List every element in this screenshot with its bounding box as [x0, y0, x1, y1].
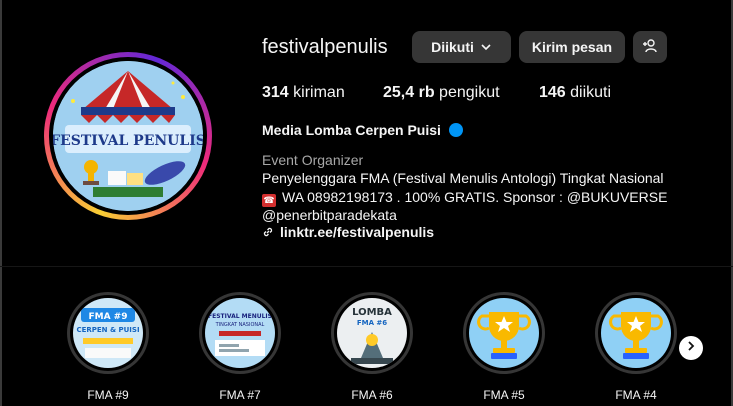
following-button-label: Diikuti	[431, 39, 474, 55]
following-button[interactable]: Diikuti	[412, 31, 511, 63]
highlight-label: FMA #6	[351, 388, 393, 402]
highlight-item[interactable]: FMA #9 CERPEN & PUISI FMA #9	[66, 292, 150, 402]
display-name-text: Media Lomba Cerpen Puisi	[262, 122, 441, 138]
highlight-cover-title: FESTIVAL MENULIS	[208, 313, 272, 320]
highlight-item[interactable]: FESTIVAL MENULIS TINGKAT NASIONAL FMA #7	[198, 292, 282, 402]
followers-count-label: pengikut	[434, 84, 500, 101]
following-count[interactable]: 146 diikuti	[539, 84, 611, 102]
chevron-down-icon	[480, 41, 492, 53]
send-message-label: Kirim pesan	[531, 39, 613, 55]
bio-line-1: Penyelenggara FMA (Festival Menulis Anto…	[262, 170, 664, 186]
posts-count: 314 kiriman	[262, 84, 345, 102]
highlight-label: FMA #9	[87, 388, 129, 402]
profile-avatar[interactable]: FESTIVAL PENULIS	[44, 52, 212, 220]
window-left-edge	[0, 0, 2, 406]
bio-line-2: ☎ WA 08982198173 . 100% GRATIS. Sponsor :…	[262, 189, 667, 207]
external-link-text: linktr.ee/festivalpenulis	[280, 224, 435, 240]
trophy-icon	[601, 298, 671, 368]
profile-username: festivalpenulis	[262, 36, 388, 58]
highlight-cover-image: FESTIVAL MENULIS TINGKAT NASIONAL	[205, 298, 275, 368]
bio-external-link[interactable]: linktr.ee/festivalpenulis	[262, 224, 434, 240]
highlight-cover-image: LOMBA FMA #6	[337, 298, 407, 368]
profile-display-name: Media Lomba Cerpen Puisi	[262, 122, 463, 138]
trophy-icon	[469, 298, 539, 368]
highlight-label: FMA #7	[219, 388, 261, 402]
highlight-cover-subtitle: FMA #6	[357, 319, 387, 327]
highlight-cover-title: LOMBA	[352, 307, 392, 318]
avatar-image: FESTIVAL PENULIS	[53, 61, 203, 211]
highlight-cover-subtitle: TINGKAT NASIONAL	[215, 322, 265, 328]
bio-mention-link[interactable]: @penerbitparadekata	[262, 207, 397, 223]
posts-count-label: kiriman	[288, 84, 345, 101]
highlight-cover-image: FMA #9 CERPEN & PUISI	[73, 298, 143, 368]
section-divider	[0, 266, 733, 267]
highlight-label: FMA #5	[483, 388, 525, 402]
highlight-label: FMA #4	[615, 388, 657, 402]
highlights-next-button[interactable]	[679, 336, 703, 360]
profile-category: Event Organizer	[262, 152, 364, 168]
bio-line-2-text: WA 08982198173 . 100% GRATIS. Sponsor : …	[282, 189, 668, 205]
chevron-right-icon	[685, 339, 697, 357]
add-person-icon	[642, 38, 658, 57]
verified-badge-icon	[448, 123, 463, 137]
following-count-label: diikuti	[565, 84, 612, 101]
followers-count[interactable]: 25,4 rb pengikut	[383, 84, 500, 102]
suggested-accounts-button[interactable]	[633, 31, 667, 63]
avatar-title-text: FESTIVAL PENULIS	[53, 133, 203, 149]
highlight-item[interactable]: FMA #5	[462, 292, 546, 402]
highlight-item[interactable]: FMA #4	[594, 292, 678, 402]
posts-count-value: 314	[262, 84, 289, 101]
telephone-icon: ☎	[262, 194, 276, 207]
send-message-button[interactable]: Kirim pesan	[519, 31, 625, 63]
following-count-value: 146	[539, 84, 566, 101]
highlight-item[interactable]: LOMBA FMA #6 FMA #6	[330, 292, 414, 402]
highlight-cover-subtitle: CERPEN & PUISI	[76, 326, 139, 334]
link-icon	[262, 226, 274, 238]
followers-count-value: 25,4 rb	[383, 84, 435, 101]
highlight-cover-title: FMA #9	[88, 312, 127, 322]
